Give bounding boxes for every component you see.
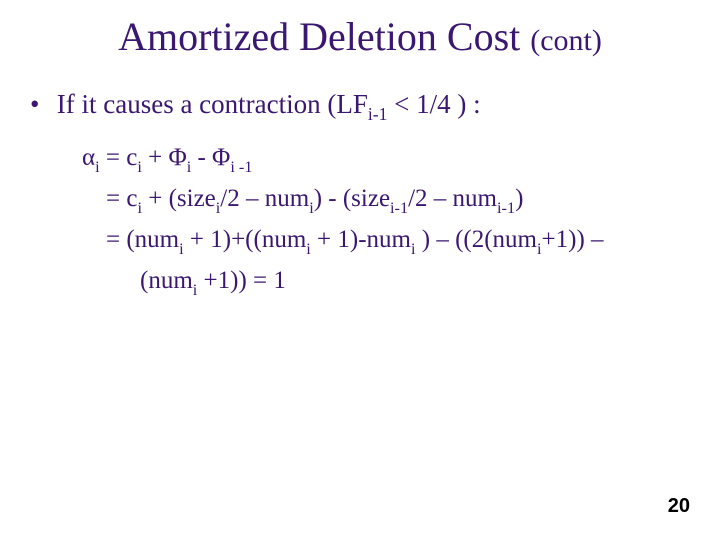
alpha-symbol: α xyxy=(82,144,95,171)
l3-d: ) – ((2(num xyxy=(416,226,538,253)
math-line-1: αi = ci + Φi - Φi -1 xyxy=(82,138,690,179)
bullet-sub: i-1 xyxy=(368,104,387,124)
title-main: Amortized Deletion Cost xyxy=(118,14,520,59)
l1-b: = c xyxy=(100,144,138,171)
l2-d: ) - (size xyxy=(314,185,390,212)
l3-c: + 1)-num xyxy=(311,226,411,253)
l3-sub1: i xyxy=(179,240,184,258)
bullet-text-a: If it causes a contraction (LF xyxy=(57,89,368,119)
l3-sub2: i xyxy=(306,240,311,258)
l2-sub5: i-1 xyxy=(497,199,515,217)
l2-b: + (size xyxy=(142,185,216,212)
l3-b: + 1)+((num xyxy=(184,226,307,253)
l3-a: = (num xyxy=(106,226,179,253)
l2-sub4: i-1 xyxy=(390,199,408,217)
bullet-text-b: < 1/4 ) : xyxy=(387,89,480,119)
l1-sub2: i xyxy=(137,158,142,176)
l1-sub3: i xyxy=(187,158,192,176)
l2-e: /2 – num xyxy=(408,185,497,212)
bullet-dot-icon: • xyxy=(30,89,50,120)
title-cont: (cont) xyxy=(530,24,602,57)
l1-sub1: i xyxy=(95,158,100,176)
l2-f: ) xyxy=(515,185,523,212)
l3-sub4: i xyxy=(537,240,542,258)
l2-a: = c xyxy=(106,185,137,212)
l3-sub3: i xyxy=(411,240,416,258)
l4-b: +1)) = 1 xyxy=(197,267,286,294)
slide-title: Amortized Deletion Cost (cont) xyxy=(30,15,690,59)
math-line-3: = (numi + 1)+((numi + 1)-numi ) – ((2(nu… xyxy=(82,220,690,261)
l2-c: /2 – num xyxy=(220,185,309,212)
math-line-2: = ci + (sizei/2 – numi) - (sizei-1/2 – n… xyxy=(82,179,690,220)
l2-sub2: i xyxy=(216,199,221,217)
page-number: 20 xyxy=(668,495,690,518)
bullet-line: • If it causes a contraction (LFi-1 < 1/… xyxy=(30,89,690,124)
l1-d: - Φ xyxy=(191,144,230,171)
l4-a: (num xyxy=(140,267,193,294)
l2-sub3: i xyxy=(309,199,314,217)
l1-sub4: i -1 xyxy=(230,158,252,176)
slide: Amortized Deletion Cost (cont) • If it c… xyxy=(0,0,720,540)
l1-c: + Φ xyxy=(142,144,187,171)
l3-e: +1)) – xyxy=(542,226,604,253)
math-line-4: (numi +1)) = 1 xyxy=(82,261,690,302)
l4-sub1: i xyxy=(193,281,198,299)
math-block: αi = ci + Φi - Φi -1 = ci + (sizei/2 – n… xyxy=(82,138,690,302)
l2-sub1: i xyxy=(137,199,142,217)
